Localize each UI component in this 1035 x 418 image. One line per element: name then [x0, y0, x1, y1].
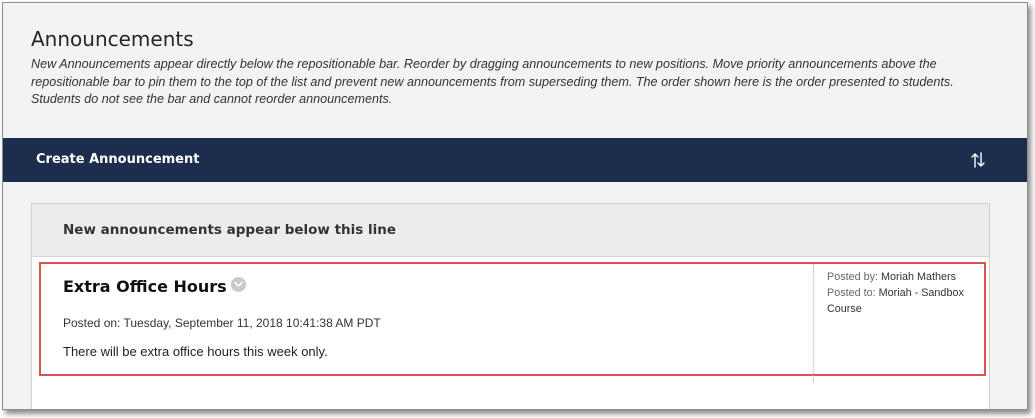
announcement-body: There will be extra office hours this we…	[63, 344, 328, 359]
sort-arrows-icon[interactable]	[969, 150, 987, 170]
create-announcement-button[interactable]: Create Announcement	[36, 152, 199, 167]
posted-by-row: Posted by: Moriah Mathers	[827, 269, 977, 285]
announcement-list: New announcements appear below this line…	[31, 203, 990, 409]
announcement-title[interactable]: Extra Office Hours	[63, 277, 227, 296]
posted-by-label: Posted by:	[827, 271, 879, 283]
posted-by-value: Moriah Mathers	[881, 271, 957, 283]
announcement-separator	[813, 264, 814, 382]
announcement-meta: Posted by: Moriah Mathers Posted to: Mor…	[827, 269, 977, 317]
announcement-title-row: Extra Office Hours	[63, 277, 246, 296]
repositionable-bar[interactable]: New announcements appear below this line	[32, 204, 989, 257]
announcement-content: Extra Office Hours Posted on: Tuesday, S…	[41, 264, 813, 374]
posted-to-row: Posted to: Moriah - Sandbox Course	[827, 285, 977, 317]
repositionable-bar-label: New announcements appear below this line	[63, 222, 397, 238]
page-instructions: New Announcements appear directly below …	[31, 57, 954, 106]
chevron-down-icon[interactable]	[230, 277, 246, 292]
posted-to-label: Posted to:	[827, 287, 876, 299]
announcement-posted-on: Posted on: Tuesday, September 11, 2018 1…	[63, 316, 381, 330]
action-bar: Create Announcement	[3, 138, 1027, 182]
announcements-window: Announcements New Announcements appear d…	[2, 2, 1028, 410]
page-title: Announcements	[31, 27, 194, 51]
announcement-item[interactable]: Extra Office Hours Posted on: Tuesday, S…	[39, 262, 986, 382]
